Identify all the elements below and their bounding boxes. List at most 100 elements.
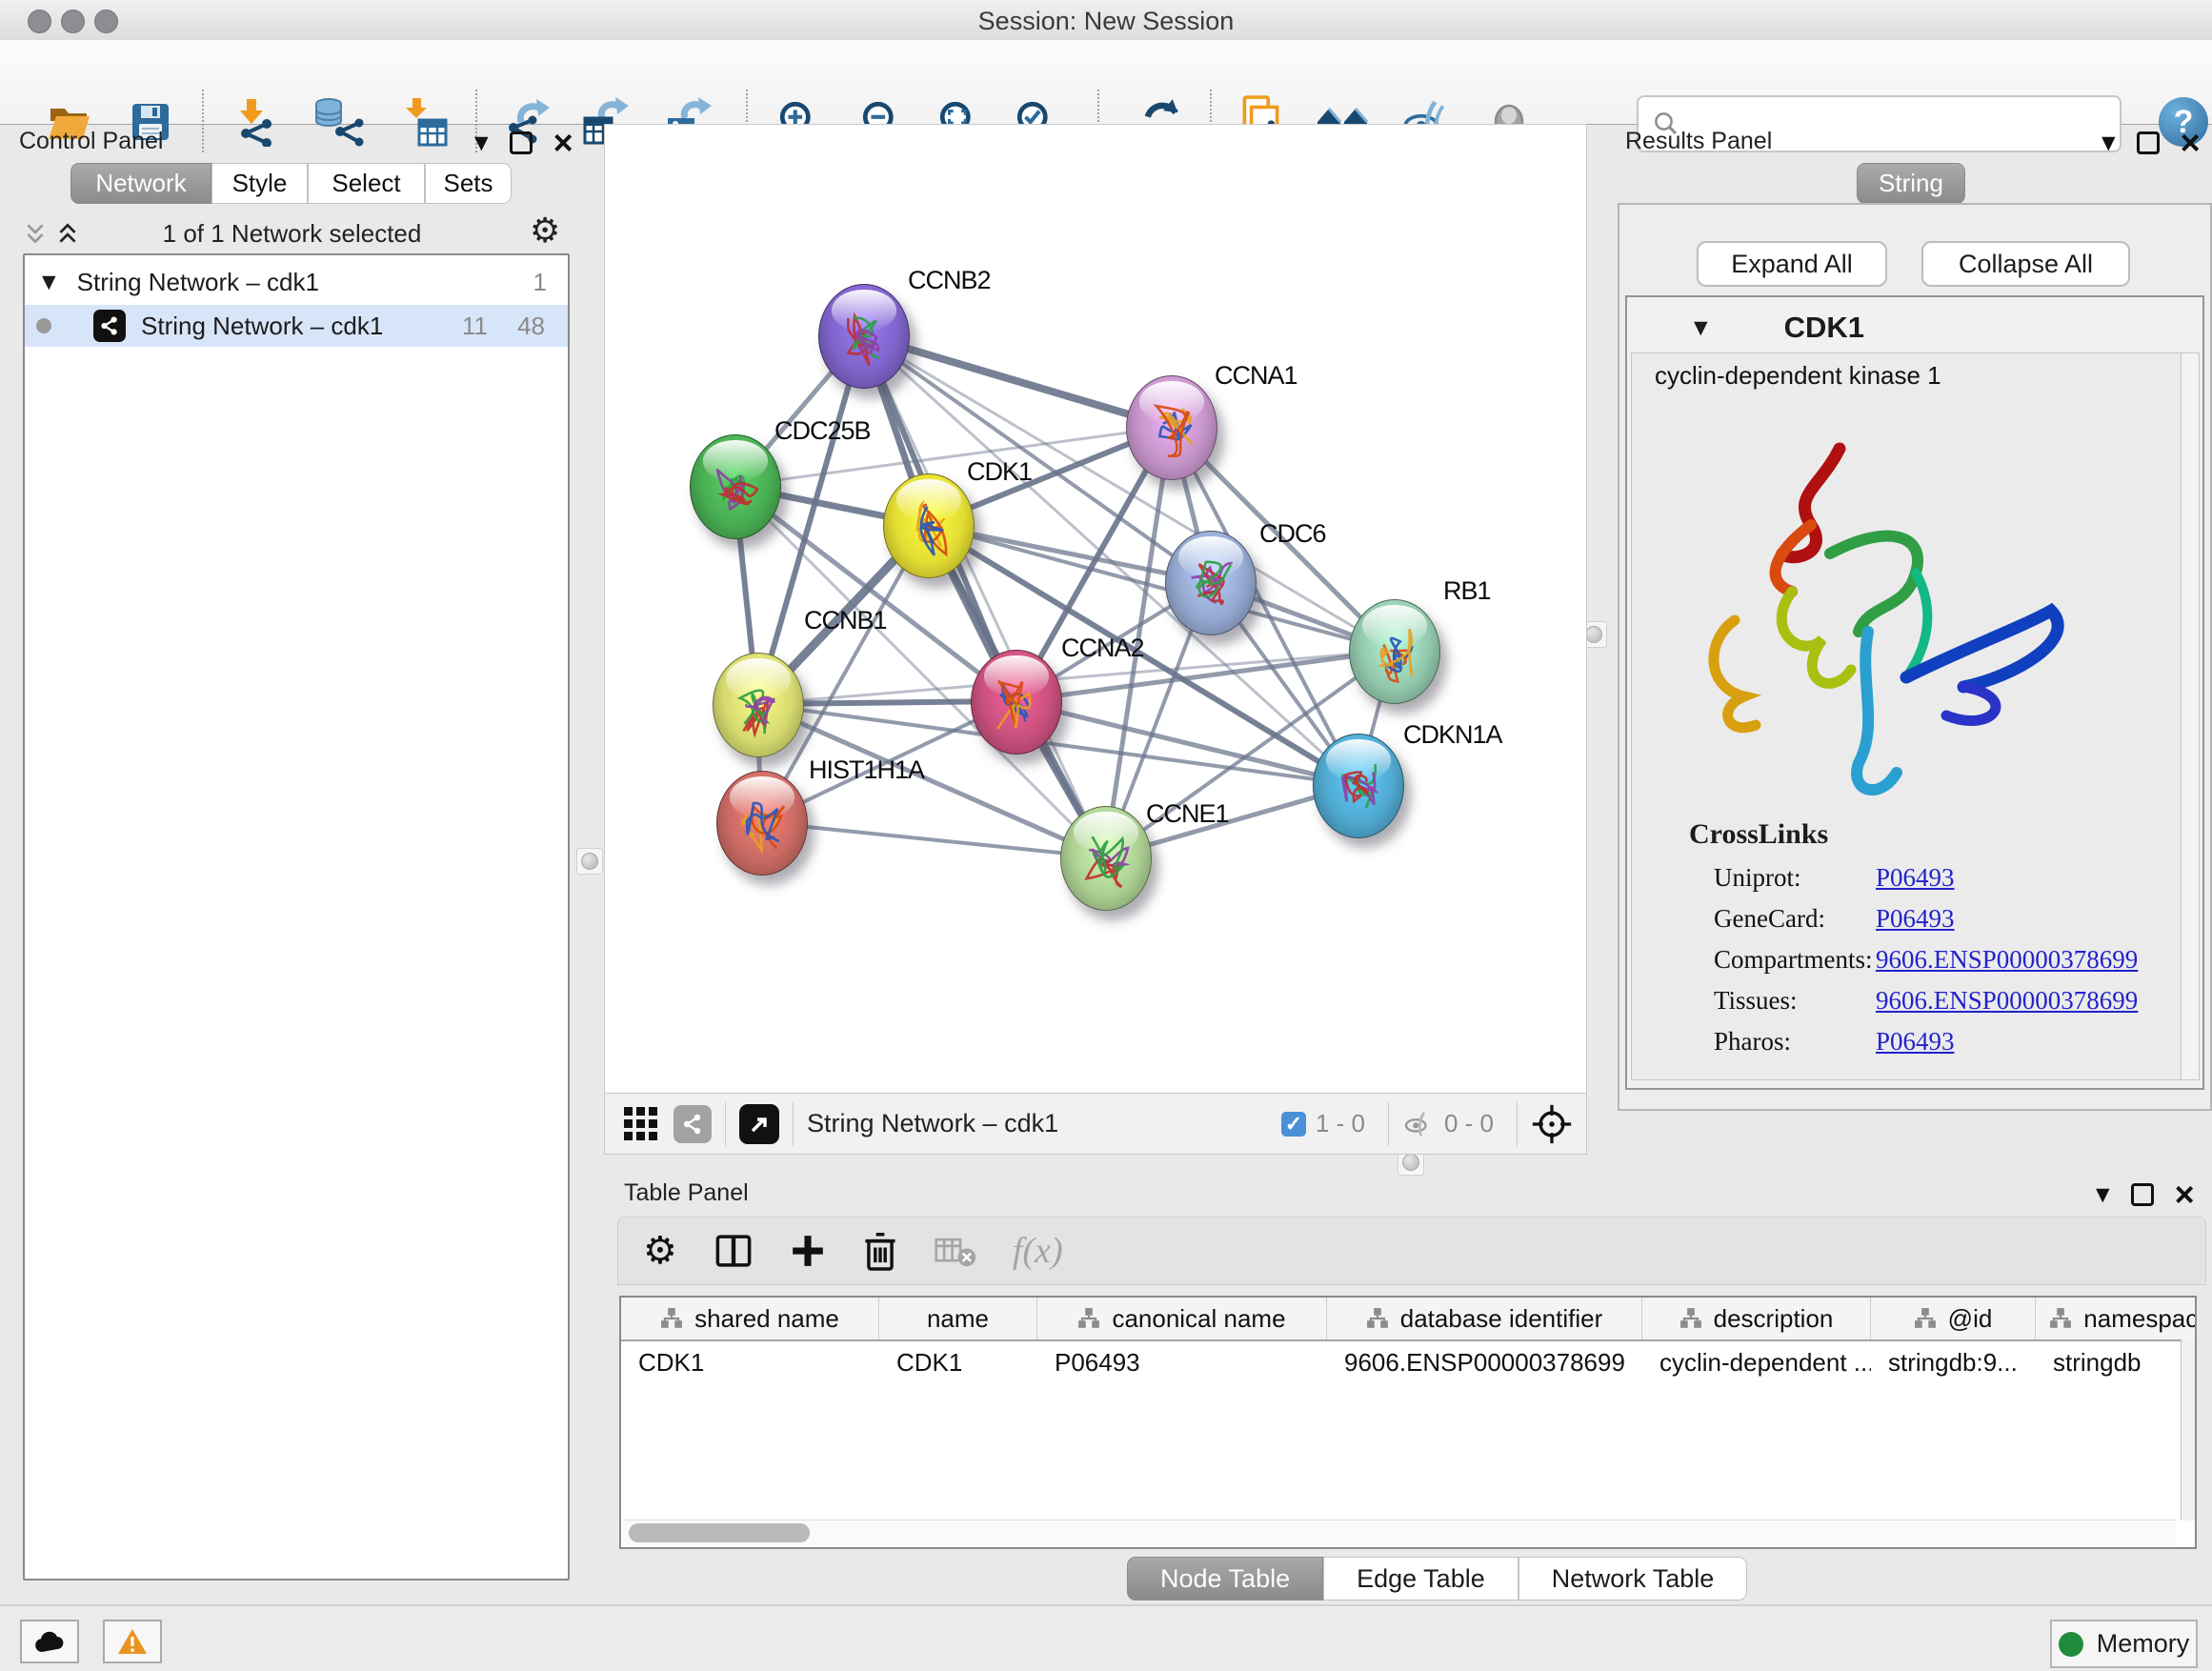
birdseye-toggle-icon[interactable]: [739, 1104, 779, 1144]
network-node-CCNA1[interactable]: [1126, 375, 1217, 480]
panel-float-icon[interactable]: [2137, 131, 2160, 154]
network-selected-summary: 1 of 1 Network selected: [0, 219, 584, 249]
network-node-CCNE1[interactable]: [1060, 806, 1152, 911]
panel-collapse-icon[interactable]: ▼: [474, 132, 489, 153]
add-column-icon[interactable]: [790, 1233, 826, 1269]
panel-collapse-icon[interactable]: ▼: [2096, 1184, 2110, 1205]
crosshair-icon[interactable]: [1531, 1103, 1573, 1145]
column-header-@id[interactable]: @id: [1871, 1298, 2036, 1339]
node-label-CDC6: CDC6: [1259, 519, 1326, 549]
grid-view-icon[interactable]: [622, 1105, 660, 1143]
tab-select[interactable]: Select: [308, 163, 425, 204]
crosslink-link[interactable]: P06493: [1876, 863, 1955, 893]
tab-node-table[interactable]: Node Table: [1127, 1557, 1323, 1601]
cell-shared-name[interactable]: CDK1: [621, 1348, 879, 1378]
expand-all-button[interactable]: Expand All: [1697, 241, 1887, 287]
cell-@id[interactable]: stringdb:9...: [1871, 1348, 2036, 1378]
import-network-database-icon[interactable]: [311, 93, 364, 151]
column-label: @id: [1948, 1304, 1993, 1334]
cell-name[interactable]: CDK1: [879, 1348, 1037, 1378]
network-canvas[interactable]: CCNB2CCNA1CDC25BCDK1CDC6RB1CCNB1CCNA2CDK…: [604, 124, 1587, 1095]
cell-database-identifier[interactable]: 9606.ENSP00000378699: [1327, 1348, 1642, 1378]
function-builder-icon[interactable]: f(x): [1013, 1230, 1063, 1272]
tab-sets[interactable]: Sets: [425, 163, 512, 204]
tab-network-table[interactable]: Network Table: [1518, 1557, 1748, 1601]
panel-collapse-icon[interactable]: ▼: [2101, 132, 2116, 153]
table-row[interactable]: CDK1CDK1P064939606.ENSP00000378699cyclin…: [621, 1341, 2195, 1383]
network-collection-row[interactable]: ▼ String Network – cdk1 1: [25, 261, 568, 303]
gear-icon[interactable]: ⚙: [530, 211, 560, 251]
table-settings-gear-icon[interactable]: ⚙: [643, 1229, 677, 1273]
collapse-all-button[interactable]: Collapse All: [1921, 241, 2130, 287]
protein-squiggle: [1144, 401, 1199, 462]
tab-edge-table[interactable]: Edge Table: [1323, 1557, 1518, 1601]
results-scrollbar[interactable]: [2181, 352, 2200, 1080]
crosslink-link[interactable]: P06493: [1876, 904, 1955, 934]
column-header-database-identifier[interactable]: database identifier: [1327, 1298, 1642, 1339]
column-header-shared-name[interactable]: shared name: [621, 1298, 879, 1339]
cell-description[interactable]: cyclin-dependent ...: [1642, 1348, 1871, 1378]
left-splitter-handle[interactable]: [576, 848, 603, 875]
hidden-eye-icon[interactable]: [1402, 1110, 1435, 1138]
panel-float-icon[interactable]: [510, 131, 533, 154]
column-label: shared name: [694, 1304, 839, 1334]
node-table: shared name name canonical namedatabase id…: [619, 1296, 2197, 1549]
network-node-RB1[interactable]: [1349, 599, 1440, 704]
import-table-file-icon[interactable]: [398, 93, 452, 151]
delete-column-icon[interactable]: [862, 1231, 898, 1271]
cloud-icon: [33, 1629, 66, 1654]
crosslink-link[interactable]: 9606.ENSP00000378699: [1876, 986, 2138, 1016]
panel-close-icon[interactable]: ×: [2181, 133, 2201, 152]
column-label: name: [927, 1304, 989, 1334]
selected-checkbox-icon[interactable]: ✓: [1281, 1112, 1306, 1137]
string-share-icon[interactable]: [674, 1105, 712, 1143]
show-columns-icon[interactable]: [714, 1231, 754, 1271]
column-header-name[interactable]: name: [879, 1298, 1037, 1339]
tab-style[interactable]: Style: [211, 163, 308, 204]
column-network-icon: [1914, 1307, 1937, 1330]
warnings-button[interactable]: [103, 1620, 162, 1663]
network-view-title: String Network – cdk1: [807, 1109, 1058, 1138]
gene-section-header[interactable]: ▼ CDK1: [1631, 307, 2164, 349]
window-titlebar: Session: New Session: [0, 0, 2212, 41]
tree-expand-icon[interactable]: ▼: [42, 272, 56, 292]
collection-count: 1: [533, 268, 547, 297]
cell-namespace[interactable]: stringdb: [2036, 1348, 2197, 1378]
section-collapse-icon[interactable]: ▼: [1694, 317, 1708, 338]
network-node-CCNB1[interactable]: [713, 653, 804, 757]
cell-canonical-name[interactable]: P06493: [1037, 1348, 1327, 1378]
network-node-CDC25B[interactable]: [690, 434, 781, 539]
network-row-selected[interactable]: String Network – cdk1 11 48: [25, 305, 568, 347]
string-app-icon: [93, 310, 126, 342]
node-label-HIST1H1A: HIST1H1A: [809, 755, 924, 785]
table-vertical-scrollbar[interactable]: [2181, 1339, 2195, 1520]
column-header-description[interactable]: description: [1642, 1298, 1871, 1339]
network-node-CCNB2[interactable]: [818, 284, 910, 389]
tab-network[interactable]: Network: [70, 163, 211, 204]
results-tab-string[interactable]: String: [1857, 163, 1965, 204]
edge-CCNB2-CCNA1[interactable]: [863, 335, 1171, 427]
cloud-status-button[interactable]: [20, 1620, 79, 1663]
protein-structure-image: [1678, 411, 2116, 811]
table-horizontal-scrollbar[interactable]: [623, 1520, 2176, 1545]
network-node-CDKN1A[interactable]: [1313, 734, 1404, 838]
column-header-canonical-name[interactable]: canonical name: [1037, 1298, 1327, 1339]
panel-close-icon[interactable]: ×: [2175, 1185, 2195, 1204]
network-node-HIST1H1A[interactable]: [716, 771, 808, 876]
panel-float-icon[interactable]: [2131, 1183, 2154, 1206]
memory-button[interactable]: Memory: [2050, 1620, 2198, 1668]
node-label-CCNE1: CCNE1: [1146, 799, 1229, 829]
delete-table-icon[interactable]: [935, 1234, 976, 1268]
control-panel-tabs: NetworkStyleSelectSets: [70, 163, 512, 204]
edge-CCNE1-HIST1H1A[interactable]: [761, 822, 1105, 857]
scrollbar-thumb[interactable]: [629, 1523, 810, 1542]
crosslinks-heading: CrossLinks: [1689, 818, 1828, 851]
network-node-CCNA2[interactable]: [971, 650, 1062, 755]
network-node-CDK1[interactable]: [883, 473, 975, 578]
panel-close-icon[interactable]: ×: [553, 133, 573, 152]
crosslink-link[interactable]: 9606.ENSP00000378699: [1876, 945, 2138, 975]
network-node-CDC6[interactable]: [1165, 531, 1257, 635]
column-header-namespace[interactable]: namespace: [2036, 1298, 2197, 1339]
import-network-file-icon[interactable]: [229, 93, 282, 151]
crosslink-link[interactable]: P06493: [1876, 1027, 1955, 1057]
